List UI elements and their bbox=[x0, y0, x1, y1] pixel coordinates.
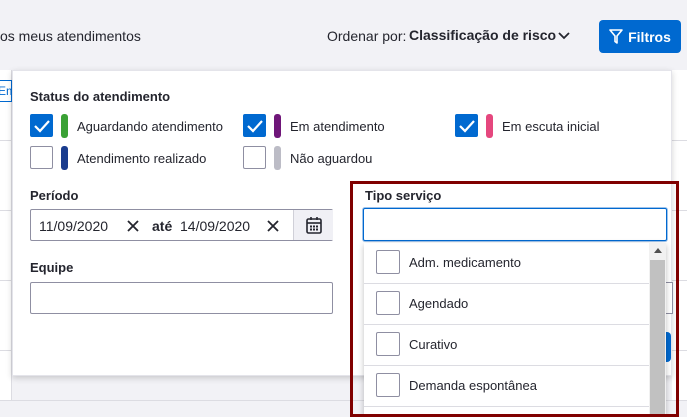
status-checkbox-escuta-inicial[interactable] bbox=[455, 114, 478, 137]
status-checkbox-nao-aguardou[interactable] bbox=[243, 146, 266, 169]
calendar-button[interactable] bbox=[293, 210, 333, 240]
status-section-title: Status do atendimento bbox=[30, 89, 171, 104]
top-bar: os meus atendimentos Ordenar por: Classi… bbox=[0, 0, 687, 70]
periodo-separator: até bbox=[152, 218, 173, 234]
status-color-swatch bbox=[61, 114, 68, 138]
status-color-swatch bbox=[486, 114, 493, 138]
divider bbox=[0, 350, 12, 351]
check-icon bbox=[459, 120, 475, 133]
equipe-input[interactable] bbox=[30, 282, 333, 314]
periodo-start-input[interactable]: 11/09/2020 bbox=[39, 218, 108, 234]
calendar-icon bbox=[305, 217, 322, 234]
meus-atendimentos-toggle-label[interactable]: os meus atendimentos bbox=[0, 28, 141, 44]
equipe-title: Equipe bbox=[30, 260, 74, 275]
divider bbox=[0, 210, 12, 211]
chevron-down-icon[interactable] bbox=[557, 30, 571, 42]
periodo-end-input[interactable]: 14/09/2020 bbox=[180, 218, 250, 234]
periodo-date-range: 11/09/2020 até 14/09/2020 bbox=[30, 209, 333, 241]
periodo-title: Período bbox=[30, 188, 79, 203]
sort-select[interactable]: Classificação de risco bbox=[409, 27, 556, 43]
clear-end-icon[interactable] bbox=[266, 219, 280, 233]
divider bbox=[672, 140, 687, 141]
status-label-escuta-inicial: Em escuta inicial bbox=[502, 119, 600, 134]
filters-button[interactable]: Filtros bbox=[599, 20, 681, 53]
status-color-swatch bbox=[61, 146, 68, 170]
status-label-realizado: Atendimento realizado bbox=[77, 151, 207, 166]
status-color-swatch bbox=[274, 114, 281, 138]
highlight-box bbox=[350, 181, 679, 417]
sort-label: Ordenar por: bbox=[327, 28, 407, 44]
status-checkbox-realizado[interactable] bbox=[30, 146, 53, 169]
filter-icon bbox=[609, 28, 623, 44]
check-icon bbox=[247, 120, 263, 133]
status-label-nao-aguardou: Não aguardou bbox=[290, 151, 373, 166]
divider bbox=[0, 280, 12, 281]
clear-start-icon[interactable] bbox=[126, 219, 140, 233]
status-color-swatch bbox=[274, 146, 281, 170]
status-label-aguardando: Aguardando atendimento bbox=[77, 119, 224, 134]
status-checkbox-aguardando[interactable] bbox=[30, 114, 53, 137]
filters-button-label: Filtros bbox=[628, 28, 671, 45]
status-label-em-atendimento: Em atendimento bbox=[290, 119, 385, 134]
status-checkbox-em-atendimento[interactable] bbox=[243, 114, 266, 137]
check-icon bbox=[34, 120, 50, 133]
em-tab-fragment[interactable]: Em bbox=[0, 80, 12, 102]
divider bbox=[0, 140, 12, 141]
